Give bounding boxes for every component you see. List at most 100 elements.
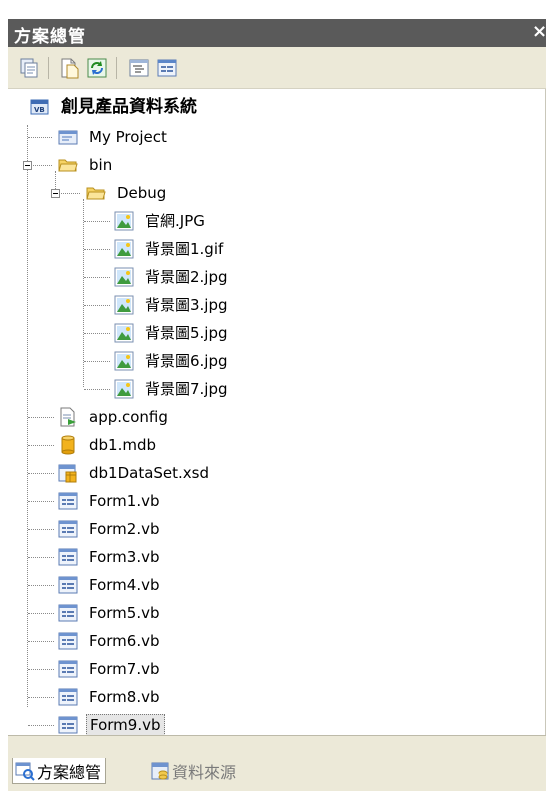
tree-item-debug-folder[interactable]: Debug <box>86 181 169 205</box>
view-designer-icon <box>157 59 177 77</box>
tree-branch <box>28 725 54 726</box>
bottom-tab-strip: 方案總管 資料來源 <box>8 735 546 791</box>
tree-item-label: 背景圖6.jpg <box>145 352 228 370</box>
tree-item-label: bin <box>89 156 113 174</box>
tree-branch <box>84 305 110 306</box>
tree-item-label: Form8.vb <box>89 688 160 706</box>
project-root-node[interactable]: VB 創見產品資料系統 <box>30 95 200 119</box>
tree-branch <box>84 277 110 278</box>
form-icon <box>58 716 78 734</box>
tree-item-label: 背景圖3.jpg <box>145 296 228 314</box>
tree-item-label: 官網.JPG <box>145 212 205 230</box>
tree-branch <box>28 501 54 502</box>
tree-item-label: Form1.vb <box>89 492 160 510</box>
tree-item-project-file[interactable]: Form2.vb <box>58 517 163 541</box>
tree-guide-line <box>27 125 28 707</box>
tree-item-project-file[interactable]: app.config <box>58 405 171 429</box>
toolbar-separator <box>48 57 49 79</box>
tree-item-image-file[interactable]: 背景圖7.jpg <box>114 377 231 401</box>
my-project-icon <box>58 130 78 145</box>
tree-item-label: Form7.vb <box>89 660 160 678</box>
show-all-files-button[interactable] <box>58 57 80 79</box>
tree-item-label: 背景圖7.jpg <box>145 380 228 398</box>
form-icon <box>58 604 78 622</box>
folder-open-icon <box>86 187 106 200</box>
project-root-label: 創見產品資料系統 <box>61 97 197 117</box>
tree-item-project-file[interactable]: Form6.vb <box>58 629 163 653</box>
debug-collapse-toggle[interactable] <box>51 189 60 198</box>
tree-branch <box>28 697 54 698</box>
tree-item-label: Form9.vb <box>86 714 165 736</box>
title-bar: 方案總管 × <box>8 19 546 47</box>
view-code-button[interactable] <box>128 57 150 79</box>
image-file-icon <box>114 379 134 399</box>
tree-item-label: db1DataSet.xsd <box>89 464 210 482</box>
solution-explorer-icon <box>15 762 35 781</box>
tree-item-project-file[interactable]: Form1.vb <box>58 489 163 513</box>
data-sources-icon <box>151 762 169 780</box>
form-icon <box>58 632 78 650</box>
properties-button[interactable] <box>18 57 40 79</box>
tree-branch <box>28 613 54 614</box>
tree-item-label: Form2.vb <box>89 520 160 538</box>
tree-branch <box>28 445 54 446</box>
solution-tree: VB 創見產品資料系統 My Project bin Debug 官網.JPG 背… <box>8 89 546 737</box>
image-file-icon <box>114 239 134 259</box>
view-designer-button[interactable] <box>156 57 178 79</box>
image-file-icon <box>114 295 134 315</box>
tree-item-project-file[interactable]: db1.mdb <box>58 433 159 457</box>
tree-item-project-file[interactable]: db1DataSet.xsd <box>58 461 212 485</box>
tab-data-sources[interactable]: 資料來源 <box>148 758 240 784</box>
tab-solution-explorer[interactable]: 方案總管 <box>12 758 107 784</box>
tree-branch <box>28 137 52 138</box>
folder-open-icon <box>58 159 78 172</box>
tree-item-project-file[interactable]: Form7.vb <box>58 657 163 681</box>
close-button[interactable]: × <box>532 21 546 42</box>
tab-label: 方案總管 <box>37 762 102 782</box>
dataset-icon <box>58 464 77 483</box>
form-icon <box>58 548 78 566</box>
svg-text:VB: VB <box>34 106 45 114</box>
tree-branch <box>84 389 110 390</box>
tree-branch <box>28 529 54 530</box>
form-icon <box>58 660 78 678</box>
tree-item-label: app.config <box>89 408 168 426</box>
properties-icon <box>20 58 38 78</box>
tree-item-project-file[interactable]: Form9.vb <box>58 713 165 737</box>
tree-item-label: My Project <box>89 128 167 146</box>
toolbar <box>8 47 546 89</box>
tree-branch <box>28 669 54 670</box>
image-file-icon <box>114 323 134 343</box>
tree-item-my-project[interactable]: My Project <box>58 125 170 149</box>
config-file-icon <box>60 407 76 427</box>
tree-item-image-file[interactable]: 背景圖5.jpg <box>114 321 231 345</box>
tree-item-project-file[interactable]: Form3.vb <box>58 545 163 569</box>
vb-project-icon: VB <box>30 99 49 115</box>
tree-item-image-file[interactable]: 背景圖2.jpg <box>114 265 231 289</box>
tree-item-project-file[interactable]: Form8.vb <box>58 685 163 709</box>
window-frame <box>0 0 8 791</box>
tree-item-image-file[interactable]: 背景圖1.gif <box>114 237 226 261</box>
tree-item-image-file[interactable]: 官網.JPG <box>114 209 208 233</box>
toolbar-separator <box>116 57 117 79</box>
tree-item-project-file[interactable]: Form4.vb <box>58 573 163 597</box>
tree-item-label: Form5.vb <box>89 604 160 622</box>
tree-branch <box>28 557 54 558</box>
tree-item-image-file[interactable]: 背景圖3.jpg <box>114 293 231 317</box>
tree-branch <box>84 361 110 362</box>
tree-item-label: 背景圖1.gif <box>145 240 224 258</box>
tree-item-label: Form4.vb <box>89 576 160 594</box>
bin-collapse-toggle[interactable] <box>23 161 32 170</box>
tree-branch <box>28 641 54 642</box>
tree-branch <box>84 221 110 222</box>
refresh-button[interactable] <box>86 57 108 79</box>
tree-item-image-file[interactable]: 背景圖6.jpg <box>114 349 231 373</box>
tree-item-label: 背景圖5.jpg <box>145 324 228 342</box>
image-file-icon <box>114 211 134 231</box>
view-code-icon <box>129 59 149 77</box>
tree-item-project-file[interactable]: Form5.vb <box>58 601 163 625</box>
tree-item-bin-folder[interactable]: bin <box>58 153 115 177</box>
tab-label: 資料來源 <box>172 763 237 782</box>
window-title: 方案總管 <box>14 27 86 47</box>
tree-item-label: db1.mdb <box>89 436 157 454</box>
